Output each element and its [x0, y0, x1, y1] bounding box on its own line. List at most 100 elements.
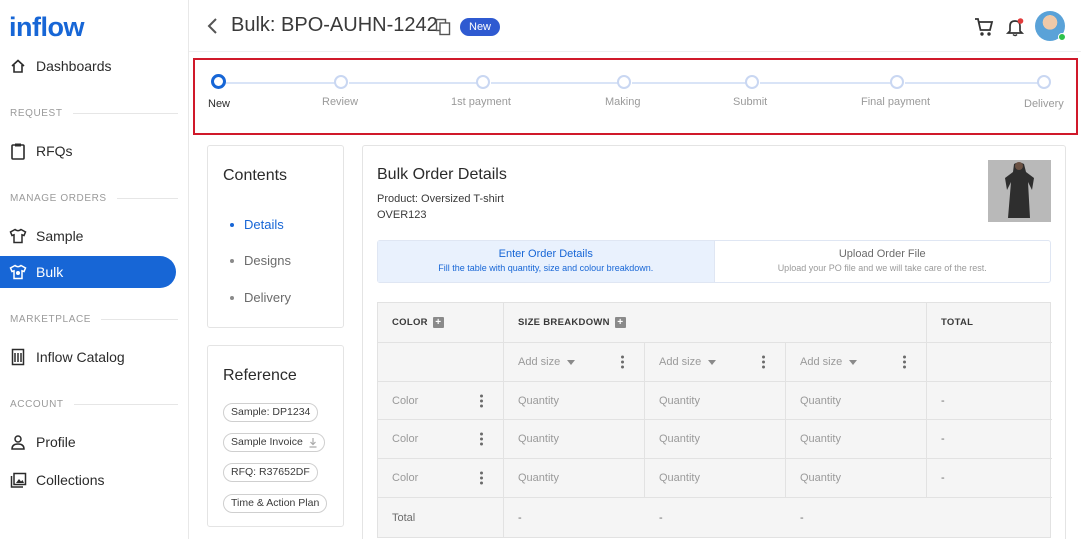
step-connector [349, 82, 483, 84]
column-total: - [518, 512, 522, 524]
product-code: OVER123 [377, 209, 427, 221]
bell-icon[interactable] [1005, 17, 1025, 37]
step-dot [334, 75, 348, 89]
contents-item-designs[interactable]: Designs [230, 253, 291, 268]
page-header: Bulk: BPO-AUHN-1242 New [189, 0, 1081, 52]
row-total: - [927, 459, 1052, 498]
home-icon [9, 57, 27, 75]
sidebar-item-label: Sample [36, 228, 84, 244]
step-connector [226, 82, 341, 84]
step-dot [890, 75, 904, 89]
clipboard-icon [9, 142, 27, 160]
person-icon [9, 433, 27, 451]
row-total: - [927, 382, 1052, 420]
color-input[interactable]: Color [378, 382, 504, 420]
cart-icon[interactable] [974, 17, 994, 37]
quantity-input[interactable]: Quantity [786, 459, 927, 498]
catalog-icon [9, 348, 27, 366]
contents-item-details[interactable]: Details [230, 217, 284, 232]
section-label-account: ACCOUNT [10, 399, 178, 410]
color-input[interactable]: Color [378, 420, 504, 459]
back-arrow-icon[interactable] [203, 16, 223, 36]
quantity-input[interactable]: Quantity [645, 459, 786, 498]
sidebar-item-inflow-catalog[interactable]: Inflow Catalog [0, 341, 176, 373]
contents-title: Contents [223, 167, 288, 184]
more-options-icon[interactable] [762, 355, 765, 369]
sidebar-item-profile[interactable]: Profile [0, 426, 176, 458]
quantity-input[interactable]: Quantity [645, 420, 786, 459]
sidebar-item-label: Bulk [36, 264, 64, 280]
quantity-input[interactable]: Quantity [786, 420, 927, 459]
add-size-select[interactable]: Add size [786, 343, 927, 382]
step-connector [760, 82, 897, 84]
reference-title: Reference [223, 367, 297, 384]
add-color-icon[interactable]: + [432, 317, 444, 328]
reference-chip-sample[interactable]: Sample: DP1234 [223, 403, 319, 422]
sidebar-item-label: Inflow Catalog [36, 349, 125, 365]
contents-item-delivery[interactable]: Delivery [230, 290, 291, 305]
total-label: Total [378, 498, 504, 538]
step-label: 1st payment [451, 96, 511, 108]
tab-upload-order-file[interactable]: Upload Order File Upload your PO file an… [715, 241, 1051, 282]
gallery-icon [9, 471, 27, 489]
avatar[interactable] [1035, 11, 1066, 41]
sidebar-item-dashboards[interactable]: Dashboards [0, 50, 176, 82]
copy-icon[interactable] [435, 18, 451, 36]
add-size-select[interactable]: Add size [504, 343, 645, 382]
reference-chip-rfq[interactable]: RFQ: R37652DF [223, 463, 318, 482]
reference-chip-time-action-plan[interactable]: Time & Action Plan [223, 494, 328, 513]
add-size-icon[interactable]: + [614, 317, 626, 328]
step-connector [491, 82, 624, 84]
sidebar-item-rfqs[interactable]: RFQs [0, 135, 176, 167]
product-name: Product: Oversized T-shirt [377, 193, 504, 205]
sidebar-item-label: RFQs [36, 143, 73, 159]
more-options-icon[interactable] [480, 394, 483, 407]
quantity-input[interactable]: Quantity [786, 382, 927, 420]
sidebar-item-collections[interactable]: Collections [0, 464, 176, 496]
reference-card: Reference Sample: DP1234 Sample Invoice … [207, 345, 344, 527]
color-input[interactable]: Color [378, 459, 504, 498]
quantity-input[interactable]: Quantity [504, 459, 645, 498]
step-dot [617, 75, 631, 89]
sidebar-item-label: Profile [36, 434, 76, 450]
table-cell [378, 343, 504, 382]
step-connector [905, 82, 1044, 84]
bulk-icon [9, 263, 27, 281]
column-total: - [659, 512, 663, 524]
step-label: Submit [733, 96, 768, 108]
row-total: - [927, 420, 1052, 459]
step-label: Delivery [1024, 98, 1064, 110]
tab-enter-order-details[interactable]: Enter Order Details Fill the table with … [378, 241, 715, 282]
product-image [988, 160, 1051, 222]
step-label: Making [605, 96, 641, 108]
sidebar-item-bulk[interactable]: Bulk [0, 256, 176, 288]
more-options-icon[interactable] [621, 355, 624, 369]
logo[interactable]: inflow [9, 12, 84, 43]
more-options-icon[interactable] [480, 432, 483, 446]
sidebar: inflow Dashboards REQUEST RFQs MANAGE OR… [0, 0, 189, 539]
add-size-select[interactable]: Add size [645, 343, 786, 382]
page-title: Bulk: BPO-AUHN-1242 [231, 14, 438, 36]
quantity-input[interactable]: Quantity [504, 382, 645, 420]
details-title: Bulk Order Details [377, 166, 507, 183]
sidebar-item-label: Dashboards [36, 58, 112, 74]
sidebar-item-sample[interactable]: Sample [0, 220, 176, 252]
total-column-header: TOTAL [927, 303, 1052, 343]
step-dot [476, 75, 490, 89]
download-icon [309, 437, 317, 448]
color-column-header: COLOR + [378, 303, 504, 343]
column-total: - [800, 512, 804, 524]
size-breakdown-table: COLOR + SIZE BREAKDOWN + TOTAL Add size Ad… [377, 302, 1052, 538]
step-dot [211, 74, 226, 89]
online-status-dot [1058, 33, 1066, 41]
step-label: Review [322, 96, 359, 108]
more-options-icon[interactable] [903, 355, 906, 369]
order-input-tabs: Enter Order Details Fill the table with … [377, 240, 1051, 283]
reference-chip-sample-invoice[interactable]: Sample Invoice [223, 433, 325, 452]
quantity-input[interactable]: Quantity [645, 382, 786, 420]
step-dot [745, 75, 759, 89]
size-breakdown-column-header: SIZE BREAKDOWN + [504, 303, 927, 343]
section-label-manage-orders: MANAGE ORDERS [10, 193, 178, 204]
quantity-input[interactable]: Quantity [504, 420, 645, 459]
more-options-icon[interactable] [480, 471, 483, 485]
